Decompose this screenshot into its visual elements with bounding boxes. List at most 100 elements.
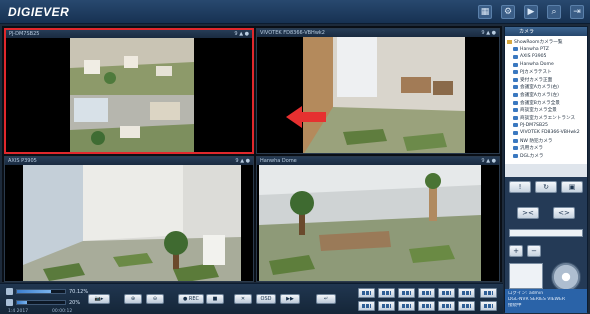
refresh-button[interactable]: ↻: [535, 181, 557, 193]
camera-icon: [513, 92, 518, 97]
camera-icon: [513, 123, 518, 128]
zoom-row: >< <>: [517, 207, 575, 219]
layout-next-button[interactable]: [480, 301, 497, 311]
layout-custom-button[interactable]: [438, 301, 455, 311]
camera-icon: [513, 138, 518, 143]
camera-icon: [513, 146, 518, 151]
tree-item-camera[interactable]: Hanwha PTZ: [507, 46, 585, 54]
tree-item-camera[interactable]: 会議室Bカメラ全景: [507, 99, 585, 107]
pane-status: 9 ▲ ●: [234, 31, 249, 37]
pane-title-bar: Hanwha Dome 9 ▲ ●: [257, 157, 499, 165]
search-icon[interactable]: ⌕: [547, 5, 561, 19]
logout-icon[interactable]: ⇥: [570, 5, 584, 19]
snapshot-toolbar-button[interactable]: 📷▸: [88, 294, 110, 304]
pane-title: VIVOTEK FD8366-VBHwk2: [260, 30, 325, 36]
close-view-button[interactable]: ✕: [234, 294, 252, 304]
volume-fill: [17, 290, 51, 293]
camera-icon: [513, 108, 518, 113]
sidebar-title: カメラ: [519, 29, 535, 35]
pane-title-bar: PJ-DM7SB25 9 ▲ ●: [6, 30, 252, 38]
layout-2x2-button[interactable]: [378, 288, 395, 298]
zoom-tele-button[interactable]: <>: [553, 207, 575, 219]
microphone-icon: [6, 299, 13, 306]
ptz-speed-box[interactable]: [509, 263, 543, 289]
video-pane-1[interactable]: PJ-DM7SB25 9 ▲ ●: [4, 28, 254, 154]
focus-minus-button[interactable]: −: [527, 245, 541, 257]
calendar-icon[interactable]: ▦: [478, 5, 492, 19]
bottom-toolbar: 70.12% 20% 📷▸ ⊕ ⊖ ● REC ■ ✕ OSD ▶▶ ↵ 1:4…: [0, 283, 503, 314]
pane-title: AXIS P3905: [8, 158, 37, 164]
pane-status: 9 ▲ ●: [481, 158, 496, 164]
tree-item-camera[interactable]: Hanwha Dome: [507, 61, 585, 69]
layout-6x6-button[interactable]: [458, 288, 475, 298]
video-pane-3[interactable]: AXIS P3905 9 ▲ ●: [4, 156, 254, 282]
tree-item-camera[interactable]: PJカメラテスト: [507, 68, 585, 76]
layout-2plus8-button[interactable]: [418, 301, 435, 311]
camera-tree: ShowRoomカメラ一覧 Hanwha PTZ AXIS P3905 Hanw…: [505, 36, 587, 164]
layout-1plus7-button[interactable]: [378, 301, 395, 311]
zoom-in-button[interactable]: ⊕: [124, 294, 142, 304]
top-toolbar: ▦ ⚙ ▶ ⌕ ⇥: [478, 5, 584, 19]
ptz-joystick[interactable]: [551, 262, 581, 292]
tree-item-camera[interactable]: 商談室カメラ全景: [507, 106, 585, 114]
snapshot-button[interactable]: ▣: [561, 181, 583, 193]
pane-title: Hanwha Dome: [260, 158, 297, 164]
camera-feed-1: [70, 38, 194, 152]
title-bar: DIGIEVER ▦ ⚙ ▶ ⌕ ⇥: [0, 0, 590, 24]
sidebar-header: カメラ: [505, 27, 587, 36]
layout-5x5-button[interactable]: [438, 288, 455, 298]
preset-field[interactable]: [509, 229, 583, 237]
sidebar: カメラ ShowRoomカメラ一覧 Hanwha PTZ AXIS P3905 …: [504, 26, 588, 313]
camera-icon: [513, 54, 518, 59]
panel-action-row: ! ↻ ▣: [509, 181, 583, 193]
pane-status: 9 ▲ ●: [235, 158, 250, 164]
volume-slider-1[interactable]: [16, 289, 66, 294]
camera-icon: [513, 47, 518, 52]
layout-3x3-button[interactable]: [398, 288, 415, 298]
tree-item-camera[interactable]: VIVOTEK FD8366-VBHwk2: [507, 129, 585, 137]
zoom-wide-button[interactable]: ><: [517, 207, 539, 219]
back-button[interactable]: ↵: [316, 294, 336, 304]
folder-icon: [507, 39, 512, 44]
tree-item-root[interactable]: ShowRoomカメラ一覧: [507, 38, 585, 46]
video-pane-2[interactable]: VIVOTEK FD8366-VBHwk2 9 ▲ ●: [256, 28, 500, 154]
fullscreen-button[interactable]: [480, 288, 497, 298]
focus-row: + −: [509, 245, 541, 257]
status-date: 1:4 2017: [8, 309, 29, 314]
speaker-icon: [6, 288, 13, 295]
record-button[interactable]: ● REC: [178, 294, 204, 304]
tree-item-camera[interactable]: PJ-DM7SB25: [507, 122, 585, 130]
highlight-arrow-icon: [286, 106, 326, 128]
playback-icon[interactable]: ▶: [524, 5, 538, 19]
camera-icon: [513, 130, 518, 135]
tree-item-camera[interactable]: NW 防犯カメラ: [507, 137, 585, 145]
layout-page-button[interactable]: [458, 301, 475, 311]
settings-icon[interactable]: ⚙: [501, 5, 515, 19]
tree-item-camera[interactable]: DGLカメラ: [507, 152, 585, 160]
tree-item-camera[interactable]: 会議室Aカメラ(右): [507, 84, 585, 92]
alarm-button[interactable]: !: [509, 181, 531, 193]
volume-control-1: 70.12%: [6, 288, 88, 295]
focus-plus-button[interactable]: +: [509, 245, 523, 257]
tree-item-camera[interactable]: 汎用カメラ: [507, 144, 585, 152]
camera-icon: [513, 77, 518, 82]
pane-status: 9 ▲ ●: [481, 30, 496, 36]
info-line: 接続中: [508, 303, 522, 308]
camera-icon: [513, 70, 518, 75]
tree-item-camera[interactable]: 受付カメラ正面: [507, 76, 585, 84]
camera-icon: [513, 85, 518, 90]
zoom-out-button[interactable]: ⊖: [146, 294, 164, 304]
tree-item-camera[interactable]: AXIS P3905: [507, 53, 585, 61]
layout-1x1-button[interactable]: [358, 288, 375, 298]
tree-item-camera[interactable]: 会議室Aカメラ(左): [507, 91, 585, 99]
sequence-button[interactable]: ▶▶: [280, 294, 300, 304]
video-pane-4[interactable]: Hanwha Dome 9 ▲ ●: [256, 156, 500, 282]
stop-button[interactable]: ■: [206, 294, 224, 304]
layout-1plus12-button[interactable]: [398, 301, 415, 311]
osd-button[interactable]: OSD: [256, 294, 276, 304]
layout-1plus5-button[interactable]: [358, 301, 375, 311]
layout-4x4-button[interactable]: [418, 288, 435, 298]
tree-item-camera[interactable]: 商談室カメラエントランス: [507, 114, 585, 122]
pane-title: PJ-DM7SB25: [9, 31, 40, 37]
volume-slider-2[interactable]: [16, 300, 66, 305]
